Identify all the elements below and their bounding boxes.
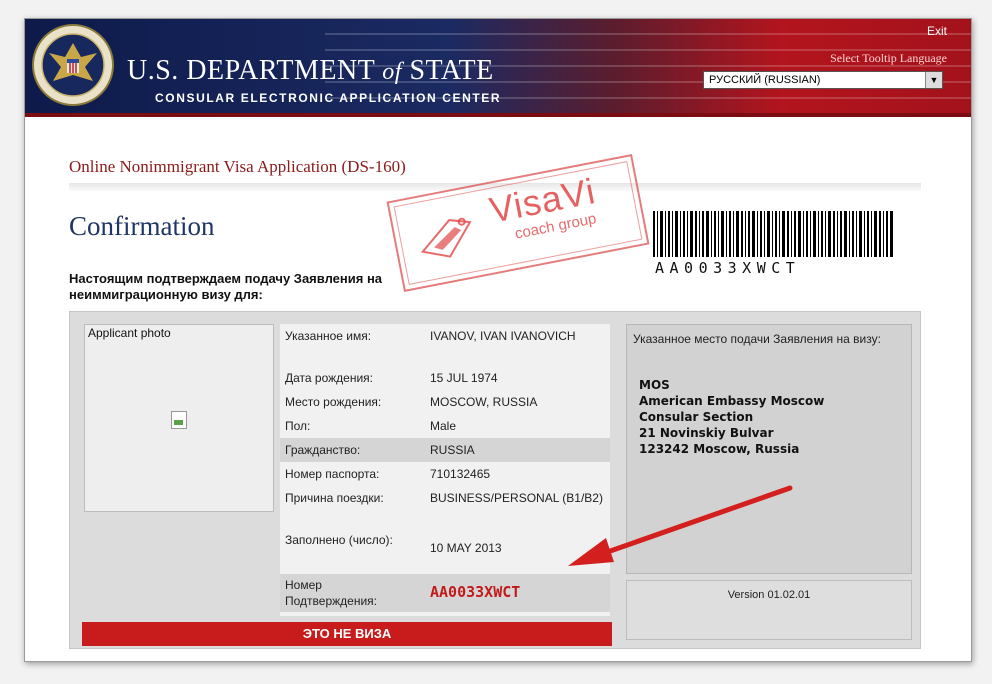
detail-value: 15 JUL 1974	[430, 371, 498, 385]
confirmation-number: AA0033XWCT	[430, 583, 521, 601]
detail-row: Номер Подтверждения: AA0033XWCT	[280, 574, 610, 612]
address-line: 123242 Moscow, Russia	[639, 442, 800, 456]
detail-row: Гражданство: RUSSIA	[280, 438, 610, 462]
location-heading: Указанное место подачи Заявления на визу…	[633, 332, 881, 346]
title-of: of	[382, 59, 402, 85]
detail-label: Номер Подтверждения:	[285, 578, 377, 608]
version-text: Version 01.02.01	[727, 589, 811, 601]
detail-value: Male	[430, 419, 457, 433]
detail-label: Номер паспорта:	[285, 467, 380, 481]
detail-row: Место рождения: MOSCOW, RUSSIA	[280, 394, 610, 414]
applicant-details: Указанное имя: IVANOV, IVAN IVANOVICH Да…	[280, 324, 610, 616]
location-address: MOS American Embassy Moscow Consular Sec…	[639, 377, 824, 457]
center-subtitle: CONSULAR ELECTRONIC APPLICATION CENTER	[155, 91, 502, 105]
page-title: Confirmation	[69, 211, 215, 241]
detail-label: Причина поездки:	[285, 491, 384, 505]
applicant-photo: Applicant photo	[84, 324, 274, 512]
broken-image-icon	[171, 411, 187, 429]
detail-row: Причина поездки: BUSINESS/PERSONAL (B1/B…	[280, 490, 610, 526]
address-line: Consular Section	[639, 410, 754, 424]
detail-label: Указанное имя:	[285, 329, 372, 343]
detail-value: MOSCOW, RUSSIA	[430, 395, 538, 409]
tooltip-language-label: Select Tooltip Language	[830, 51, 947, 65]
application-title: Online Nonimmigrant Visa Application (DS…	[69, 157, 406, 176]
address-line: American Embassy Moscow	[639, 394, 825, 408]
confirmation-panel: Applicant photo Указанное имя: IVANOV, I…	[69, 311, 921, 649]
barcode-text: AA0033XWCT	[655, 259, 801, 277]
detail-row: Заполнено (число): 10 MAY 2013	[280, 532, 610, 568]
detail-row: Указанное имя: IVANOV, IVAN IVANOVICH	[280, 328, 610, 364]
detail-value: RUSSIA	[430, 443, 475, 457]
detail-row: Пол: Male	[280, 418, 610, 438]
detail-value: 710132465	[430, 467, 491, 481]
not-a-visa-banner: ЭТО НЕ ВИЗА	[82, 622, 612, 646]
header-divider	[25, 113, 971, 117]
exit-link[interactable]: Exit	[927, 24, 947, 38]
barcode-icon	[653, 211, 893, 257]
detail-value: 10 MAY 2013	[430, 541, 502, 555]
application-window: U.S. DEPARTMENT of STATE CONSULAR ELECTR…	[24, 18, 972, 662]
title-state: STATE	[401, 55, 494, 86]
language-select-value: РУССКИЙ (RUSSIAN)	[709, 74, 821, 86]
photo-label: Applicant photo	[88, 326, 171, 340]
header-banner: U.S. DEPARTMENT of STATE CONSULAR ELECTR…	[25, 19, 971, 117]
address-line: MOS	[639, 378, 670, 392]
language-select[interactable]: РУССКИЙ (RUSSIAN) ▼	[703, 71, 943, 89]
detail-row: Дата рождения: 15 JUL 1974	[280, 370, 610, 390]
department-seal-icon	[32, 24, 114, 106]
detail-label: Заполнено (число):	[285, 533, 393, 547]
detail-row: Номер паспорта: 710132465	[280, 466, 610, 486]
title-us: U.S.	[127, 55, 187, 86]
department-title: U.S. DEPARTMENT of STATE	[127, 55, 494, 87]
airplane-tag-icon	[420, 217, 472, 258]
detail-label: Место рождения:	[285, 395, 382, 409]
title-department: DEPARTMENT	[186, 55, 383, 86]
version-box: Version 01.02.01	[626, 580, 912, 640]
detail-value: BUSINESS/PERSONAL (B1/B2)	[430, 491, 603, 505]
watermark-stamp: VisaVi coach group	[386, 153, 650, 293]
detail-label: Гражданство:	[285, 443, 361, 457]
detail-label: Пол:	[285, 419, 311, 433]
detail-label: Дата рождения:	[285, 371, 373, 385]
address-line: 21 Novinskiy Bulvar	[639, 426, 774, 440]
detail-value: IVANOV, IVAN IVANOVICH	[430, 329, 576, 343]
submission-location: Указанное место подачи Заявления на визу…	[626, 324, 912, 574]
chevron-down-icon[interactable]: ▼	[925, 72, 942, 88]
